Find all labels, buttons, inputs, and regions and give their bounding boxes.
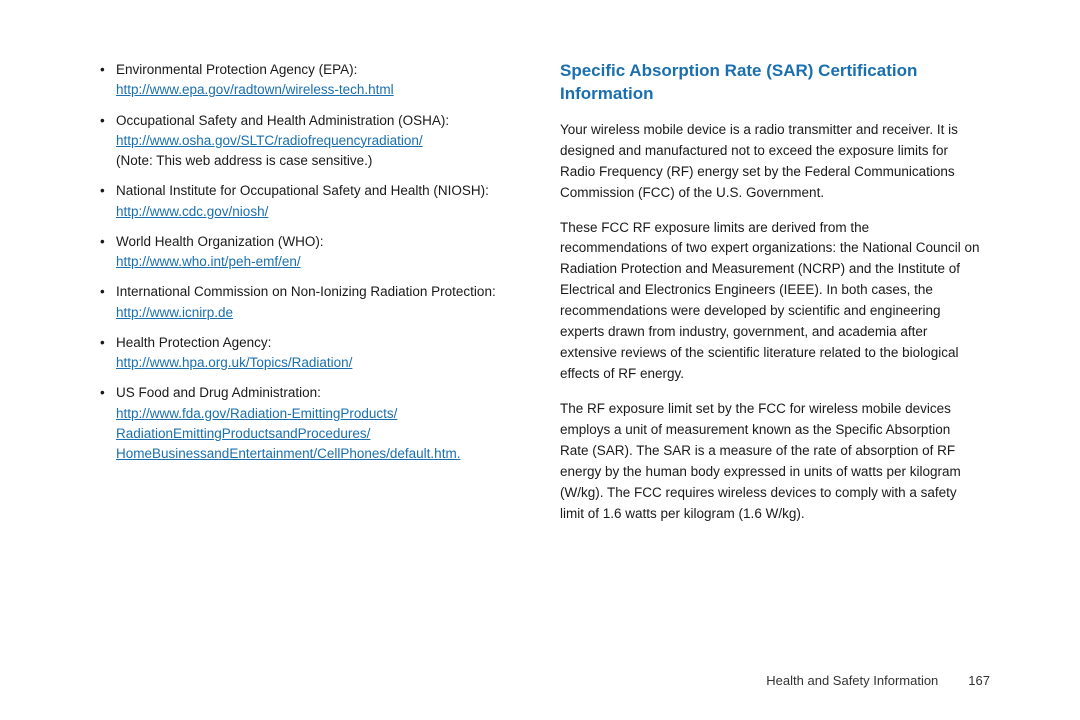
list-item: World Health Organization (WHO): http://… xyxy=(100,232,520,273)
bullet-list: Environmental Protection Agency (EPA): h… xyxy=(100,60,520,464)
left-column: Environmental Protection Agency (EPA): h… xyxy=(100,50,520,670)
org-name: Occupational Safety and Health Administr… xyxy=(116,111,520,131)
list-item: Environmental Protection Agency (EPA): h… xyxy=(100,60,520,101)
org-name: World Health Organization (WHO): xyxy=(116,232,520,252)
org-name: International Commission on Non-Ionizing… xyxy=(116,282,520,302)
list-item: National Institute for Occupational Safe… xyxy=(100,181,520,222)
who-link[interactable]: http://www.who.int/peh-emf/en/ xyxy=(116,252,520,272)
list-item: Health Protection Agency: http://www.hpa… xyxy=(100,333,520,374)
list-item: US Food and Drug Administration: http://… xyxy=(100,383,520,464)
list-item: International Commission on Non-Ionizing… xyxy=(100,282,520,323)
footer: Health and Safety Information 167 xyxy=(766,673,990,688)
note-text: (Note: This web address is case sensitiv… xyxy=(116,151,520,171)
paragraph-1: Your wireless mobile device is a radio t… xyxy=(560,120,980,204)
osha-link[interactable]: http://www.osha.gov/SLTC/radiofrequencyr… xyxy=(116,131,520,151)
org-name: National Institute for Occupational Safe… xyxy=(116,181,520,201)
footer-label: Health and Safety Information xyxy=(766,673,938,688)
org-name: Environmental Protection Agency (EPA): xyxy=(116,60,520,80)
section-title: Specific Absorption Rate (SAR) Certifica… xyxy=(560,60,980,106)
icnirp-link[interactable]: http://www.icnirp.de xyxy=(116,303,520,323)
org-name: US Food and Drug Administration: xyxy=(116,383,520,403)
page-container: Environmental Protection Agency (EPA): h… xyxy=(90,30,990,690)
paragraph-2: These FCC RF exposure limits are derived… xyxy=(560,218,980,385)
fda-link[interactable]: http://www.fda.gov/Radiation-EmittingPro… xyxy=(116,404,520,465)
epa-link[interactable]: http://www.epa.gov/radtown/wireless-tech… xyxy=(116,80,520,100)
right-column: Specific Absorption Rate (SAR) Certifica… xyxy=(560,50,980,670)
niosh-link[interactable]: http://www.cdc.gov/niosh/ xyxy=(116,202,520,222)
list-item: Occupational Safety and Health Administr… xyxy=(100,111,520,172)
org-name: Health Protection Agency: xyxy=(116,333,520,353)
hpa-link[interactable]: http://www.hpa.org.uk/Topics/Radiation/ xyxy=(116,353,520,373)
footer-page: 167 xyxy=(968,673,990,688)
paragraph-3: The RF exposure limit set by the FCC for… xyxy=(560,399,980,525)
